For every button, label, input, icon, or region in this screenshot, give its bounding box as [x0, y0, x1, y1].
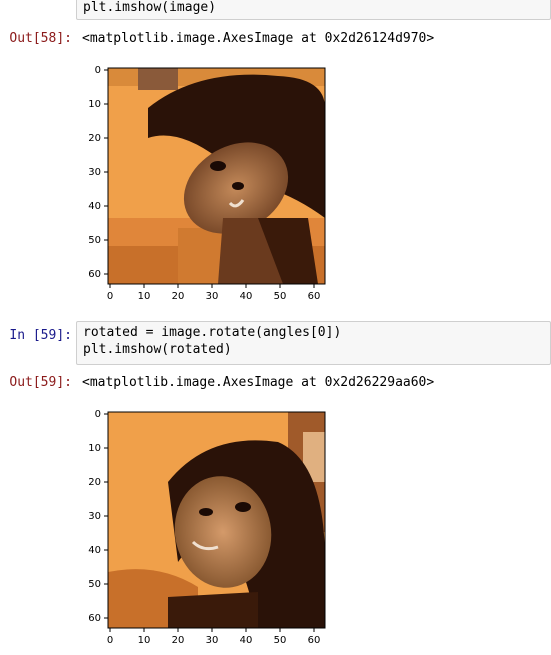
y-tick-label: 50 [88, 579, 101, 590]
code-line-1: rotated = image.rotate(angles[0]) [83, 325, 342, 340]
y-tick-label: 0 [95, 65, 101, 76]
y-tick-label: 20 [88, 133, 101, 144]
x-tick-label: 10 [138, 291, 151, 302]
x-tick-label: 20 [172, 635, 185, 646]
x-tick-label: 20 [172, 291, 185, 302]
y-tick-label: 10 [88, 443, 101, 454]
x-tick-label: 40 [240, 635, 253, 646]
x-axis-ticks: 0 10 20 30 40 50 60 [107, 628, 321, 646]
output-prompt-58: Out[58]: [9, 31, 72, 46]
input-prompt-59: In [59]: [9, 328, 72, 343]
image-plot-rotated: 0 10 20 30 40 50 60 0 10 20 30 40 50 60 [78, 402, 338, 651]
output-text-59: <matplotlib.image.AxesImage at 0x2d26229… [82, 375, 435, 390]
y-tick-label: 40 [88, 545, 101, 556]
x-tick-label: 40 [240, 291, 253, 302]
image-plot-original: 0 10 20 30 40 50 60 0 10 20 30 40 50 60 [78, 58, 338, 307]
x-tick-label: 50 [274, 635, 287, 646]
x-axis-ticks: 0 10 20 30 40 50 60 [107, 284, 321, 302]
y-axis-ticks: 0 10 20 30 40 50 60 [88, 409, 108, 624]
rotated-image [108, 412, 325, 628]
x-tick-label: 50 [274, 291, 287, 302]
y-tick-label: 40 [88, 201, 101, 212]
imshow-axes-rotated: 0 10 20 30 40 50 60 0 10 20 30 40 50 60 [88, 409, 326, 646]
x-tick-label: 60 [308, 635, 321, 646]
y-tick-label: 60 [88, 613, 101, 624]
y-tick-label: 20 [88, 477, 101, 488]
output-prompt-59: Out[59]: [9, 375, 72, 390]
y-axis-ticks: 0 10 20 30 40 50 60 [88, 65, 108, 280]
x-tick-label: 10 [138, 635, 151, 646]
x-tick-label: 0 [107, 635, 113, 646]
output-text-58: <matplotlib.image.AxesImage at 0x2d26124… [82, 31, 435, 46]
x-tick-label: 30 [206, 291, 219, 302]
imshow-axes-original: 0 10 20 30 40 50 60 0 10 20 30 40 50 60 [88, 65, 326, 302]
y-tick-label: 30 [88, 511, 101, 522]
original-image [108, 68, 325, 284]
x-tick-label: 0 [107, 291, 113, 302]
code-cell-57-input[interactable]: plt.imshow(image) [76, 0, 551, 20]
code-line-2: plt.imshow(rotated) [83, 342, 232, 357]
x-tick-label: 60 [308, 291, 321, 302]
y-tick-label: 0 [95, 409, 101, 420]
x-tick-label: 30 [206, 635, 219, 646]
code-cell-59-input[interactable]: rotated = image.rotate(angles[0]) plt.im… [76, 321, 551, 365]
y-tick-label: 50 [88, 235, 101, 246]
y-tick-label: 30 [88, 167, 101, 178]
code-line: plt.imshow(image) [83, 0, 217, 15]
y-tick-label: 10 [88, 99, 101, 110]
y-tick-label: 60 [88, 269, 101, 280]
